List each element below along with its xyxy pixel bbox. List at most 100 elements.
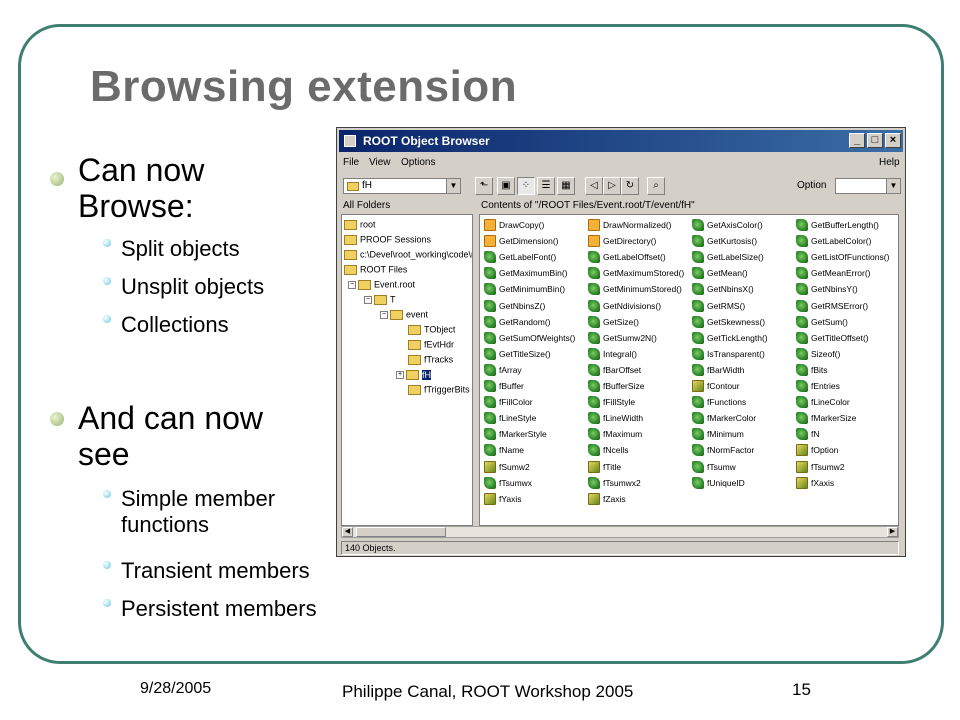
list-item[interactable]: fArray <box>484 363 522 378</box>
list-item[interactable]: fBarWidth <box>692 363 744 378</box>
list-item[interactable]: GetAxisColor() <box>692 219 763 233</box>
option-combo[interactable]: ▼ <box>835 178 901 194</box>
list-item[interactable]: fMarkerStyle <box>484 428 547 442</box>
tree-item[interactable]: root <box>344 219 376 233</box>
list-item[interactable]: fFillStyle <box>588 396 635 410</box>
forward-button[interactable]: ▷ <box>603 177 621 195</box>
list-item[interactable]: GetMinimumBin() <box>484 283 565 297</box>
list-item[interactable]: fFunctions <box>692 396 746 410</box>
list-item[interactable]: fZaxis <box>588 492 626 507</box>
list-item[interactable]: GetLabelSize() <box>692 251 764 265</box>
list-item[interactable]: GetTitleSize() <box>484 347 551 362</box>
scrollbar-thumb[interactable] <box>356 527 446 537</box>
horizontal-scrollbar[interactable]: ◀ ▶ <box>341 526 899 538</box>
list-item[interactable]: GetMinimumStored() <box>588 283 682 297</box>
list-item[interactable]: GetSumw2N() <box>588 331 657 346</box>
list-item[interactable]: fName <box>484 444 524 458</box>
list-item[interactable]: fMinimum <box>692 428 744 442</box>
list-item[interactable]: fBarOffset <box>588 363 641 378</box>
list-item[interactable]: fBits <box>796 363 828 378</box>
list-item[interactable]: GetSkewness() <box>692 315 765 330</box>
tree-item[interactable]: c:\Devel\root_working\code\roo <box>344 249 472 263</box>
list-item[interactable]: GetNdivisions() <box>588 299 661 314</box>
menu-file[interactable]: File <box>343 157 359 168</box>
list-item[interactable]: IsTransparent() <box>692 347 765 362</box>
scroll-left-icon[interactable]: ◀ <box>342 527 353 537</box>
list-item[interactable]: Sizeof() <box>796 347 840 362</box>
tree-item[interactable]: fTriggerBits <box>408 384 470 398</box>
list-item[interactable]: fMarkerSize <box>796 412 856 426</box>
search-button[interactable]: ⌕ <box>647 177 665 195</box>
path-combo[interactable]: fH ▼ <box>343 178 461 194</box>
tree-item[interactable]: − event <box>380 309 428 323</box>
list-item[interactable]: fTsumw2 <box>796 460 845 475</box>
details-view-button[interactable]: ▦ <box>557 177 575 195</box>
tree-item[interactable]: ROOT Files <box>344 264 407 278</box>
list-item[interactable]: fBuffer <box>484 380 524 394</box>
list-item[interactable]: GetRandom() <box>484 315 551 330</box>
list-item[interactable]: fNormFactor <box>692 444 754 458</box>
list-item[interactable]: fEntries <box>796 380 840 394</box>
list-item[interactable]: GetTickLength() <box>692 331 768 346</box>
list-item[interactable]: fMarkerColor <box>692 412 756 426</box>
list-item[interactable]: fSumw2 <box>484 460 530 475</box>
scroll-right-icon[interactable]: ▶ <box>887 527 898 537</box>
list-item[interactable]: fOption <box>796 444 838 458</box>
menu-options[interactable]: Options <box>401 157 435 168</box>
large-icons-button[interactable]: ▣ <box>497 177 515 195</box>
tree-item[interactable]: − T <box>364 294 396 308</box>
list-item[interactable]: GetNbinsZ() <box>484 299 545 314</box>
collapse-icon[interactable]: − <box>380 310 388 319</box>
list-item[interactable]: GetLabelFont() <box>484 251 556 265</box>
tree-item[interactable]: fEvtHdr <box>408 339 454 353</box>
list-item[interactable]: GetLabelColor() <box>796 235 871 249</box>
tree-item-selected[interactable]: + fH <box>396 369 431 383</box>
list-item[interactable]: GetKurtosis() <box>692 235 757 249</box>
list-item[interactable]: GetMeanError() <box>796 267 871 281</box>
list-item[interactable]: GetBufferLength() <box>796 219 879 233</box>
window-titlebar[interactable]: ROOT Object Browser _ □ × <box>339 130 903 152</box>
expand-icon[interactable]: + <box>396 370 404 379</box>
list-item[interactable]: fLineWidth <box>588 412 643 426</box>
list-item[interactable]: fContour <box>692 380 740 394</box>
list-item[interactable]: GetSize() <box>588 315 639 330</box>
list-item[interactable]: fXaxis <box>796 476 834 491</box>
list-item[interactable]: GetMaximumStored() <box>588 267 684 281</box>
list-item[interactable]: GetDirectory() <box>588 235 656 249</box>
list-item[interactable]: GetNbinsX() <box>692 283 754 297</box>
list-item[interactable]: GetMaximumBin() <box>484 267 567 281</box>
list-item[interactable]: GetListOfFunctions() <box>796 251 889 265</box>
collapse-icon[interactable]: − <box>348 280 356 289</box>
list-item[interactable]: fMaximum <box>588 428 642 442</box>
list-item[interactable]: fLineColor <box>796 396 850 410</box>
list-item[interactable]: GetSum() <box>796 315 848 330</box>
contents-list[interactable]: DrawCopy() GetDimension() GetLabelFont() Ge… <box>479 214 899 526</box>
list-item[interactable]: Integral() <box>588 347 637 362</box>
list-item[interactable]: fTsumwx <box>484 476 532 491</box>
refresh-button[interactable]: ↻ <box>621 177 639 195</box>
menu-help[interactable]: Help <box>879 157 900 168</box>
tree-item[interactable]: fTracks <box>408 354 453 368</box>
list-item[interactable]: fTitle <box>588 460 621 475</box>
menu-view[interactable]: View <box>369 157 391 168</box>
list-item[interactable]: DrawNormalized() <box>588 219 671 233</box>
chevron-down-icon[interactable]: ▼ <box>886 179 900 193</box>
list-item[interactable]: GetDimension() <box>484 235 559 249</box>
list-item[interactable]: fFillColor <box>484 396 533 410</box>
maximize-button[interactable]: □ <box>867 133 883 148</box>
up-folder-button[interactable]: ⬑ <box>475 177 493 195</box>
list-item[interactable]: fTsumw <box>692 460 736 475</box>
folder-tree[interactable]: root PROOF Sessions c:\Devel\root_workin… <box>341 214 473 526</box>
list-view-button[interactable]: ☰ <box>537 177 555 195</box>
tree-item[interactable]: PROOF Sessions <box>344 234 431 248</box>
small-icons-button[interactable]: ⁘ <box>517 177 535 195</box>
tree-item[interactable]: − Event.root <box>348 279 415 293</box>
list-item[interactable]: DrawCopy() <box>484 219 544 233</box>
list-item[interactable]: fBufferSize <box>588 380 644 394</box>
list-item[interactable]: GetRMSError() <box>796 299 868 314</box>
list-item[interactable]: GetTitleOffset() <box>796 331 869 346</box>
list-item[interactable]: fN <box>796 428 820 442</box>
list-item[interactable]: GetSumOfWeights() <box>484 331 575 346</box>
back-button[interactable]: ◁ <box>585 177 603 195</box>
list-item[interactable]: fNcells <box>588 444 629 458</box>
